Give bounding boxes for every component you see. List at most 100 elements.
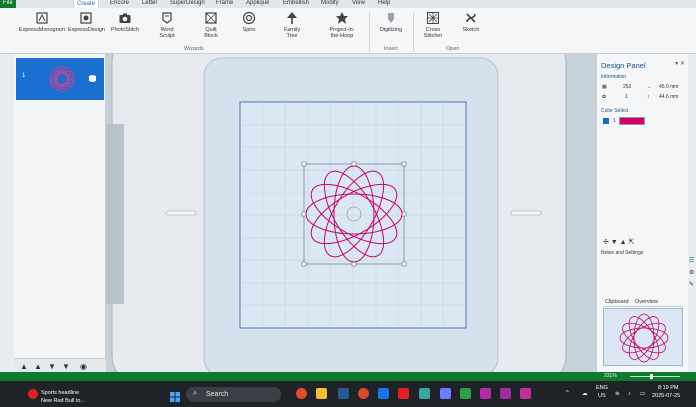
ribbon: ExpressMonogram ExpressDesign PhotoStitc… — [0, 8, 696, 54]
camera-icon — [119, 13, 131, 23]
spiro-label: Spiro — [242, 27, 256, 33]
list-icon[interactable]: ☰ — [689, 257, 694, 264]
design-thumbnail-image — [49, 66, 75, 92]
youtube-icon[interactable] — [398, 388, 409, 399]
project-hoop-label-2: the-Hoop — [330, 33, 354, 39]
tab-letter[interactable]: Letter — [139, 0, 160, 8]
news-headline[interactable]: Sports headline — [41, 390, 79, 396]
clock-date[interactable]: 2025-07-25 — [652, 393, 680, 399]
group-label-open: Open — [446, 46, 460, 52]
tray-overflow-icon[interactable]: ^ — [566, 390, 569, 396]
word-sculpt-button[interactable]: Word Sculpt — [152, 11, 182, 39]
word-icon[interactable] — [338, 388, 349, 399]
color-select-heading: Color Select — [601, 108, 629, 114]
move-top-icon[interactable]: ▲ — [20, 363, 28, 371]
express-monogram-label: ExpressMonogram — [18, 27, 66, 33]
tab-applique[interactable]: Appliqué — [243, 0, 272, 8]
notes-settings-label[interactable]: Notes and Settings — [601, 250, 643, 256]
quilt-block-icon — [205, 12, 217, 24]
quilt-block-button[interactable]: Quilt Block — [196, 11, 226, 39]
group-label-insert: Insert — [384, 46, 398, 52]
powerpoint-icon[interactable] — [358, 388, 369, 399]
region-code[interactable]: US — [598, 393, 606, 399]
move-down-icon[interactable]: ▼ — [48, 363, 56, 371]
photo-stitch-button[interactable]: PhotoStitch — [108, 11, 142, 33]
cloud-icon[interactable]: ☁ — [582, 391, 588, 397]
design-canvas[interactable] — [106, 54, 596, 374]
family-tree-label-2: Tree — [286, 33, 298, 39]
tab-embellish[interactable]: Embellish — [280, 0, 312, 8]
language-code[interactable]: ENG — [596, 385, 608, 391]
height-icon: ↕ — [647, 94, 650, 100]
ribbon-tab-bar: File Create Encore Letter SuperDesign Fr… — [0, 0, 696, 8]
digitizing-label: Digitizing — [379, 27, 403, 33]
spiro-button[interactable]: Spiro — [236, 11, 262, 33]
move-bottom-icon[interactable]: ▼ — [62, 363, 70, 371]
battery-icon[interactable]: ▭ — [640, 391, 645, 397]
app-icon-3[interactable] — [460, 388, 471, 399]
taskbar-search-label: Search — [206, 391, 229, 398]
design-list-panel: 1 — [14, 54, 106, 374]
height-value: 44.6 mm — [659, 94, 679, 100]
cross-stitcher-button[interactable]: Cross Stitcher — [420, 11, 446, 39]
file-explorer-icon[interactable] — [316, 388, 327, 399]
windows-start-icon[interactable] — [170, 389, 180, 402]
tab-file[interactable]: File — [0, 0, 16, 8]
sketch-button[interactable]: Sketch — [458, 11, 484, 33]
clock-time[interactable]: 8:19 PM — [658, 385, 678, 391]
zoom-slider[interactable] — [630, 376, 680, 377]
tab-create[interactable]: Create — [73, 0, 100, 8]
color-tools-icons[interactable]: ✢ ▼ ▲ ⇱ — [603, 238, 634, 246]
news-subtitle[interactable]: New Red Bull to... — [41, 398, 85, 404]
zoom-slider-thumb[interactable] — [650, 374, 653, 379]
view-toggle-icon[interactable]: ◉ — [80, 363, 87, 371]
tab-clipboard[interactable]: Clipboard — [605, 299, 629, 305]
tab-overview[interactable]: Overview — [635, 299, 658, 305]
side-tool-strip: ☰ ⚙ ✎ — [688, 254, 696, 294]
express-monogram-button[interactable]: ExpressMonogram — [18, 11, 66, 33]
zoom-level[interactable]: 231% — [604, 373, 617, 379]
move-up-icon[interactable]: ▲ — [34, 363, 42, 371]
digitizing-icon — [388, 13, 394, 23]
spiro-icon — [242, 11, 256, 25]
sketch-label: Sketch — [462, 27, 480, 33]
news-widget-icon[interactable] — [28, 389, 38, 399]
app-icon-2[interactable] — [440, 388, 451, 399]
tab-encore[interactable]: Encore — [107, 0, 132, 8]
search-icon: ⌕ — [193, 390, 197, 397]
volume-icon[interactable]: ♪ — [628, 391, 631, 397]
tab-view[interactable]: View — [349, 0, 368, 8]
color-checkbox[interactable] — [603, 118, 609, 124]
embroidery-app-icon-1[interactable] — [480, 388, 491, 399]
design-thumbnail-item[interactable]: 1 — [16, 58, 104, 100]
outlook-icon[interactable] — [378, 388, 389, 399]
tab-frame[interactable]: Frame — [213, 0, 236, 8]
color-count-value: 1 — [625, 94, 628, 100]
stitch-count-icon: ▦ — [602, 84, 607, 90]
digitizing-button[interactable]: Digitizing — [376, 11, 406, 33]
pencil-icon[interactable]: ✎ — [689, 281, 694, 288]
thread-color-swatch[interactable] — [619, 117, 645, 125]
taskbar-search-box[interactable] — [186, 387, 281, 402]
tree-icon — [287, 12, 297, 24]
wifi-icon[interactable]: ≋ — [615, 391, 620, 397]
tab-superdesign[interactable]: SuperDesign — [167, 0, 208, 8]
panel-window-controls[interactable]: ▾ ✕ — [675, 60, 685, 67]
screen: File Create Encore Letter SuperDesign Fr… — [0, 0, 696, 407]
monogram-icon — [36, 12, 48, 24]
overview-design-image — [619, 313, 669, 363]
chrome-icon[interactable] — [296, 388, 307, 399]
tab-help[interactable]: Help — [375, 0, 393, 8]
app-icon-1[interactable] — [419, 388, 430, 399]
family-tree-button[interactable]: Family Tree — [278, 11, 306, 39]
overview-preview[interactable] — [603, 308, 683, 366]
width-icon: ↔ — [647, 84, 652, 90]
express-design-button[interactable]: ExpressDesign — [68, 11, 105, 33]
stitch-count-value: 252 — [623, 84, 632, 90]
embroidery-app-icon-3[interactable] — [520, 388, 531, 399]
photo-stitch-label: PhotoStitch — [110, 27, 140, 33]
embroidery-app-icon-2[interactable] — [500, 388, 511, 399]
project-in-the-hoop-button[interactable]: Project-in- the-Hoop — [324, 11, 360, 39]
tab-modify[interactable]: Modify — [318, 0, 342, 8]
gear-icon[interactable]: ⚙ — [689, 269, 694, 276]
